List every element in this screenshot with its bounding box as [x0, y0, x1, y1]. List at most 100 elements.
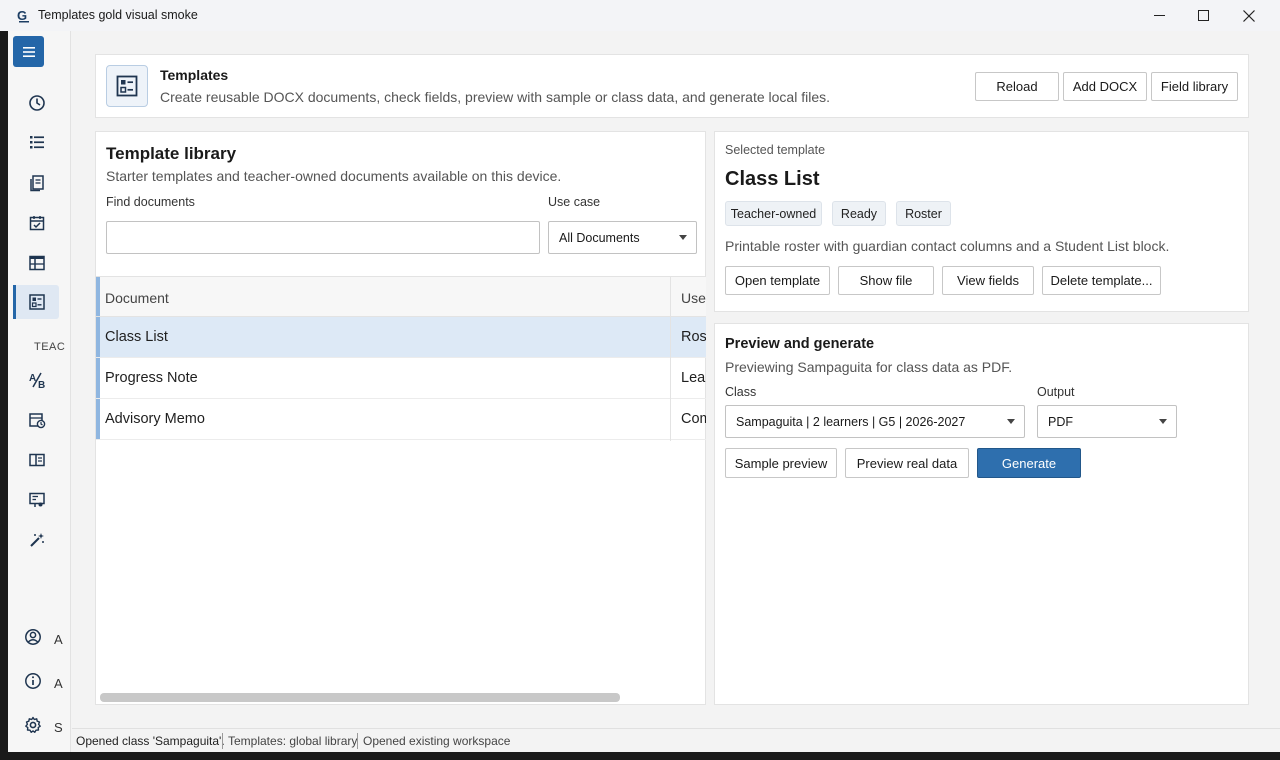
- status-workspace: Opened existing workspace: [363, 734, 511, 748]
- window-title: Templates gold visual smoke: [38, 8, 198, 22]
- status-badge: Ready: [832, 201, 886, 226]
- table-header: Document Use: [96, 277, 706, 317]
- window-border: [0, 31, 8, 752]
- row-document: Advisory Memo: [105, 411, 205, 427]
- sidebar-item-table[interactable]: [26, 252, 48, 274]
- view-fields-button[interactable]: View fields: [942, 266, 1034, 295]
- library-title: Template library: [106, 144, 237, 163]
- page-subtitle: Create reusable DOCX documents, check fi…: [160, 89, 830, 105]
- app-logo-icon: G: [17, 8, 29, 23]
- hamburger-menu-button[interactable]: [13, 36, 44, 67]
- status-badge: Teacher-owned: [725, 201, 822, 226]
- sidebar: TEAC AB A A S: [8, 31, 71, 752]
- svg-text:G: G: [17, 8, 27, 23]
- sidebar-item-settings[interactable]: [22, 714, 44, 736]
- gear-icon: [25, 716, 41, 733]
- presentation-icon: [29, 492, 45, 507]
- menu-icon: [22, 46, 35, 57]
- row-document: Progress Note: [105, 370, 198, 386]
- selected-template-panel: Selected template Class List Teacher-own…: [714, 131, 1249, 312]
- selected-template-description: Printable roster with guardian contact c…: [725, 238, 1170, 254]
- sidebar-item-recent[interactable]: [26, 92, 48, 114]
- sidebar-item-book[interactable]: [26, 449, 48, 471]
- sidebar-item-about[interactable]: [22, 670, 44, 692]
- maximize-button[interactable]: [1180, 0, 1226, 31]
- preview-real-data-button[interactable]: Preview real data: [845, 448, 969, 478]
- use-case-select[interactable]: All Documents: [548, 221, 697, 254]
- documents-table: Document Use Class List Rost Progress No…: [96, 276, 706, 706]
- horizontal-scrollbar[interactable]: [100, 693, 620, 702]
- table-row[interactable]: Class List Rost: [96, 317, 706, 358]
- column-header-document[interactable]: Document: [105, 290, 169, 306]
- sidebar-item-presentation[interactable]: [26, 489, 48, 511]
- use-case-label: Use case: [548, 195, 601, 209]
- sidebar-item-list[interactable]: [26, 131, 48, 153]
- calendar-check-icon: [29, 216, 45, 231]
- output-value: PDF: [1048, 415, 1073, 429]
- delete-template-button[interactable]: Delete template...: [1042, 266, 1161, 295]
- templates-icon: [29, 294, 45, 310]
- template-library-panel: Template library Starter templates and t…: [95, 131, 706, 705]
- preview-title: Preview and generate: [725, 336, 875, 352]
- show-file-button[interactable]: Show file: [838, 266, 934, 295]
- class-select[interactable]: Sampaguita | 2 learners | G5 | 2026-2027: [725, 405, 1025, 438]
- table-row[interactable]: Advisory Memo Com: [96, 399, 706, 440]
- page-header: Templates Create reusable DOCX documents…: [95, 54, 1249, 118]
- sidebar-section-label: TEAC: [34, 341, 66, 353]
- sidebar-item-settings-label: S: [54, 720, 63, 735]
- use-case-value: All Documents: [559, 231, 640, 245]
- find-documents-input[interactable]: [106, 221, 540, 254]
- account-icon: [25, 629, 41, 645]
- chevron-down-icon: [679, 235, 687, 240]
- selected-template-label: Selected template: [725, 143, 826, 157]
- sidebar-item-calendar[interactable]: [26, 212, 48, 234]
- sidebar-item-documents[interactable]: [26, 172, 48, 194]
- open-template-button[interactable]: Open template: [725, 266, 830, 295]
- chevron-down-icon: [1159, 419, 1167, 424]
- row-use: Rost: [681, 329, 706, 345]
- output-label: Output: [1037, 385, 1075, 399]
- sidebar-item-grading[interactable]: AB: [26, 369, 48, 391]
- sidebar-item-magic[interactable]: [26, 529, 48, 551]
- class-value: Sampaguita | 2 learners | G5 | 2026-2027: [736, 415, 966, 429]
- field-library-button[interactable]: Field library: [1151, 72, 1238, 101]
- generate-button[interactable]: Generate: [977, 448, 1081, 478]
- table-icon: [29, 255, 45, 271]
- sidebar-active-indicator: [13, 285, 16, 319]
- class-label: Class: [725, 385, 757, 399]
- clock-icon: [29, 95, 45, 111]
- schedule-icon: [29, 413, 46, 429]
- minimize-icon: [1153, 15, 1165, 16]
- column-header-use[interactable]: Use: [681, 290, 706, 306]
- status-divider: [222, 733, 223, 749]
- main-content: Templates Create reusable DOCX documents…: [72, 31, 1280, 728]
- fraction-icon: AB: [29, 372, 45, 389]
- column-divider: [670, 277, 671, 441]
- selected-template-name: Class List: [725, 168, 820, 190]
- sidebar-item-templates[interactable]: [26, 291, 48, 313]
- maximize-icon: [1197, 10, 1209, 21]
- row-indicator: [96, 358, 100, 398]
- reload-button[interactable]: Reload: [975, 72, 1059, 101]
- minimize-button[interactable]: [1136, 0, 1182, 31]
- sidebar-item-account[interactable]: [22, 626, 44, 648]
- window-border: [0, 752, 1280, 760]
- sample-preview-button[interactable]: Sample preview: [725, 448, 837, 478]
- close-button[interactable]: [1226, 0, 1272, 31]
- templates-icon: [116, 75, 138, 97]
- table-row[interactable]: Progress Note Lear: [96, 358, 706, 399]
- info-icon: [25, 673, 41, 689]
- svg-text:B: B: [38, 380, 45, 389]
- templates-header-icon: [106, 65, 148, 107]
- row-use: Lear: [681, 370, 706, 386]
- title-bar: G Templates gold visual smoke: [0, 0, 1280, 31]
- magic-wand-icon: [30, 533, 44, 547]
- documents-icon: [30, 175, 44, 192]
- status-badge: Roster: [896, 201, 951, 226]
- output-select[interactable]: PDF: [1037, 405, 1177, 438]
- row-indicator: [96, 317, 100, 357]
- add-docx-button[interactable]: Add DOCX: [1063, 72, 1147, 101]
- book-icon: [29, 453, 45, 467]
- sidebar-item-schedule[interactable]: [26, 409, 48, 431]
- find-documents-label: Find documents: [106, 195, 195, 209]
